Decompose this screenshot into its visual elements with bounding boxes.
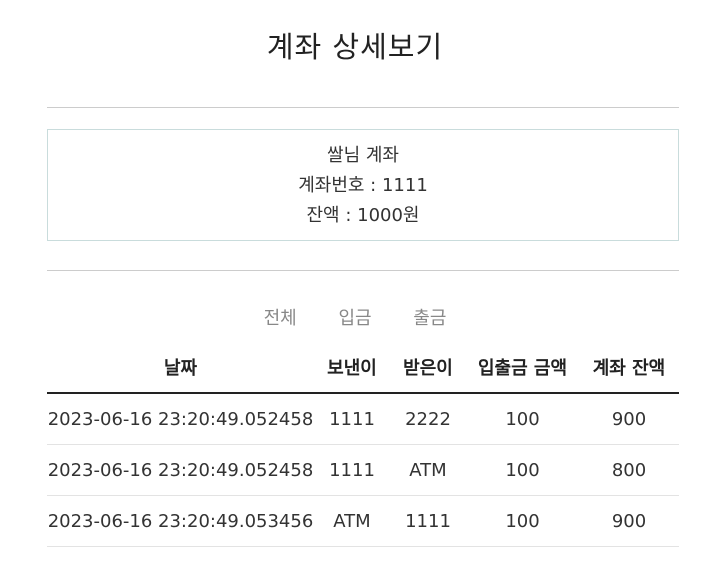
cell-sender: ATM [314, 495, 390, 547]
cell-amount: 100 [466, 444, 579, 496]
cell-balance: 900 [579, 495, 679, 547]
table-row: 2023-06-16 23:20:49.052458 1111 2222 100… [47, 393, 679, 445]
transaction-filter-tabs: 전체 입금 출금 [0, 304, 710, 330]
cell-receiver: 2222 [390, 393, 466, 445]
filter-tab-withdrawal[interactable]: 출금 [413, 304, 446, 330]
cell-amount: 100 [466, 495, 579, 547]
account-name: 쌀님 계좌 [327, 145, 399, 166]
header-amount: 입출금 금액 [466, 342, 579, 394]
filter-tab-all[interactable]: 전체 [264, 304, 297, 330]
header-sender: 보낸이 [314, 342, 390, 394]
header-receiver: 받은이 [390, 342, 466, 394]
middle-divider [47, 270, 679, 271]
table-row: 2023-06-16 23:20:49.052458 1111 ATM 100 … [47, 444, 679, 496]
cell-balance: 800 [579, 444, 679, 496]
filter-tab-deposit[interactable]: 입금 [338, 304, 371, 330]
cell-date: 2023-06-16 23:20:49.053456 [47, 495, 314, 547]
account-summary-card: 쌀님 계좌 계좌번호 : 1111 잔액 : 1000원 [47, 129, 679, 241]
top-divider [47, 107, 679, 108]
page-title: 계좌 상세보기 [266, 30, 444, 64]
account-number: 계좌번호 : 1111 [298, 175, 428, 196]
cell-date: 2023-06-16 23:20:49.052458 [47, 444, 314, 496]
cell-date: 2023-06-16 23:20:49.052458 [47, 393, 314, 445]
account-balance: 잔액 : 1000원 [306, 205, 420, 226]
cell-balance: 900 [579, 393, 679, 445]
transaction-table: 날짜 보낸이 받은이 입출금 금액 계좌 잔액 2023-06-16 23:20… [47, 342, 679, 547]
header-balance: 계좌 잔액 [579, 342, 679, 394]
cell-sender: 1111 [314, 444, 390, 496]
table-header-row: 날짜 보낸이 받은이 입출금 금액 계좌 잔액 [47, 342, 679, 394]
cell-sender: 1111 [314, 393, 390, 445]
cell-receiver: 1111 [390, 495, 466, 547]
cell-amount: 100 [466, 393, 579, 445]
header-date: 날짜 [47, 342, 314, 394]
table-row: 2023-06-16 23:20:49.053456 ATM 1111 100 … [47, 495, 679, 547]
cell-receiver: ATM [390, 444, 466, 496]
